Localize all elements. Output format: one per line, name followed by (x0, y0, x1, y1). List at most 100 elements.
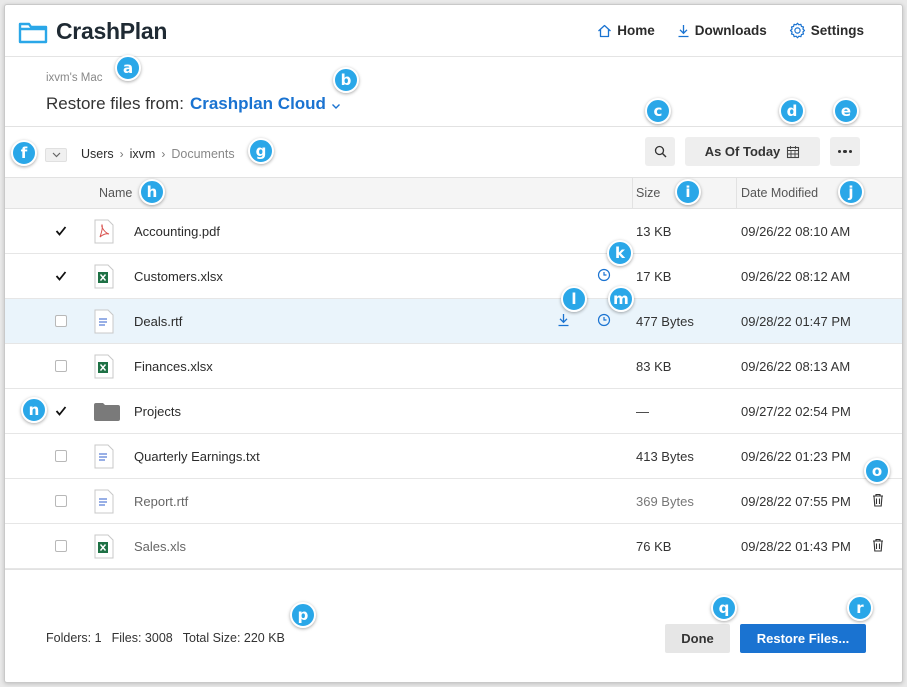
column-separator (736, 178, 737, 209)
excel-file-icon (94, 264, 114, 289)
row-checkbox[interactable] (55, 225, 67, 237)
row-checkbox[interactable] (55, 405, 67, 417)
table-row-highlighted[interactable]: Deals.rtf 477 Bytes 09/28/22 01:47 PM (5, 299, 902, 344)
version-history-icon[interactable] (597, 268, 611, 282)
folder-icon (94, 403, 120, 421)
breadcrumb-ixvm[interactable]: ixvm (130, 147, 156, 161)
callout-m: m (608, 286, 634, 312)
folder-logo-icon (18, 22, 48, 43)
nav-home[interactable]: Home (597, 22, 655, 39)
callout-p: p (290, 602, 316, 628)
trash-icon[interactable] (872, 493, 884, 507)
nav-downloads[interactable]: Downloads (677, 22, 767, 39)
nav-downloads-label: Downloads (694, 23, 767, 38)
callout-n: n (21, 397, 47, 423)
as-of-label: As Of Today (704, 144, 781, 159)
table-row[interactable]: Quarterly Earnings.txt 413 Bytes 09/26/2… (5, 434, 902, 479)
restore-source-dropdown[interactable]: Crashplan Cloud (190, 94, 326, 114)
excel-file-icon (94, 354, 114, 379)
logo: CrashPlan (18, 18, 167, 45)
excel-file-icon (94, 534, 114, 559)
file-size: 76 KB (636, 539, 672, 554)
logo-text: CrashPlan (56, 18, 168, 44)
table-row[interactable]: Customers.xlsx 17 KB 09/26/22 08:12 AM (5, 254, 902, 299)
ellipsis-dot (843, 149, 847, 154)
chevron-down-icon[interactable] (331, 103, 341, 110)
version-history-icon[interactable] (597, 313, 611, 327)
nav-settings[interactable]: Settings (789, 22, 864, 39)
table-row-deleted[interactable]: Report.rtf 369 Bytes 09/28/22 07:55 PM (5, 479, 902, 524)
column-header-date-modified[interactable]: Date Modified (741, 186, 818, 200)
file-date-modified: 09/26/22 01:23 PM (741, 449, 851, 464)
file-date-modified: 09/28/22 01:47 PM (741, 314, 851, 329)
ellipsis-icon (837, 149, 842, 154)
checkmark-icon (55, 406, 67, 416)
document-file-icon (94, 309, 114, 334)
file-name: Sales.xls (134, 539, 187, 554)
table-row-deleted[interactable]: Sales.xls 76 KB 09/28/22 01:43 PM (5, 524, 902, 569)
table-row[interactable]: Accounting.pdf 13 KB 09/26/22 08:10 AM (5, 209, 902, 254)
file-size: 83 KB (636, 359, 672, 374)
restore-files-button[interactable]: Restore Files... (740, 624, 866, 653)
callout-e: e (833, 98, 859, 124)
file-date-modified: 09/28/22 07:55 PM (741, 494, 851, 509)
calendar-icon (787, 145, 800, 158)
callout-q: q (711, 595, 737, 621)
home-icon (598, 24, 612, 37)
row-checkbox[interactable] (55, 450, 67, 462)
total-size: Total Size: 220 KB (182, 631, 285, 645)
row-checkbox[interactable] (55, 315, 67, 327)
selection-summary: Folders: 1 Files: 3008 Total Size: 220 K… (46, 631, 285, 645)
file-name: Quarterly Earnings.txt (134, 449, 260, 464)
file-size: 13 KB (636, 224, 672, 239)
column-header-size[interactable]: Size (636, 186, 660, 200)
done-button[interactable]: Done (665, 624, 730, 653)
table-row[interactable]: Projects — 09/27/22 02:54 PM (5, 389, 902, 434)
file-name: Report.rtf (134, 494, 189, 509)
file-date-modified: 09/26/22 08:10 AM (741, 224, 851, 239)
nav-settings-label: Settings (810, 23, 864, 38)
device-name: ixvm's Mac (46, 72, 103, 84)
file-date-modified: 09/26/22 08:13 AM (741, 359, 851, 374)
divider (5, 569, 902, 570)
callout-h: h (139, 179, 165, 205)
row-checkbox[interactable] (55, 495, 67, 507)
callout-g: g (248, 138, 274, 164)
ellipsis-dot (848, 149, 853, 154)
pdf-file-icon (94, 219, 114, 244)
callout-f: f (11, 140, 37, 166)
checkmark-icon (55, 226, 67, 236)
file-name: Finances.xlsx (134, 359, 213, 374)
download-icon (678, 24, 689, 37)
file-size: 17 KB (636, 269, 672, 284)
file-name: Customers.xlsx (134, 269, 223, 284)
file-date-modified: 09/27/22 02:54 PM (741, 404, 851, 419)
breadcrumb-current: Documents (171, 147, 235, 161)
row-checkbox[interactable] (55, 540, 67, 552)
restore-prefix: Restore files from: (46, 94, 184, 113)
top-bar: CrashPlan Home Downloads Settings (5, 5, 902, 57)
column-header-name[interactable]: Name (99, 186, 132, 200)
search-button[interactable] (645, 137, 675, 166)
as-of-date-button[interactable]: As Of Today (685, 137, 820, 166)
row-checkbox[interactable] (55, 360, 67, 372)
gear-icon (789, 22, 805, 39)
restore-source-line: Restore files from: Crashplan Cloud (46, 94, 341, 114)
checkmark-icon (55, 271, 67, 281)
table-row[interactable]: Finances.xlsx 83 KB 09/26/22 08:13 AM (5, 344, 902, 389)
trash-icon[interactable] (872, 538, 884, 552)
chevron-down-icon (52, 152, 60, 158)
nav-home-label: Home (617, 23, 655, 38)
callout-o: o (864, 458, 890, 484)
folder-name: Projects (134, 404, 181, 419)
column-separator (632, 178, 633, 209)
breadcrumb: Users › ixvm › Documents (81, 147, 235, 161)
more-options-button[interactable] (830, 137, 860, 166)
callout-c: c (645, 98, 671, 124)
row-checkbox[interactable] (55, 270, 67, 282)
breadcrumb-users[interactable]: Users (81, 147, 114, 161)
callout-d: d (779, 98, 805, 124)
folder-history-dropdown[interactable] (45, 148, 67, 162)
download-icon[interactable] (557, 313, 570, 327)
callout-i: i (675, 179, 701, 205)
